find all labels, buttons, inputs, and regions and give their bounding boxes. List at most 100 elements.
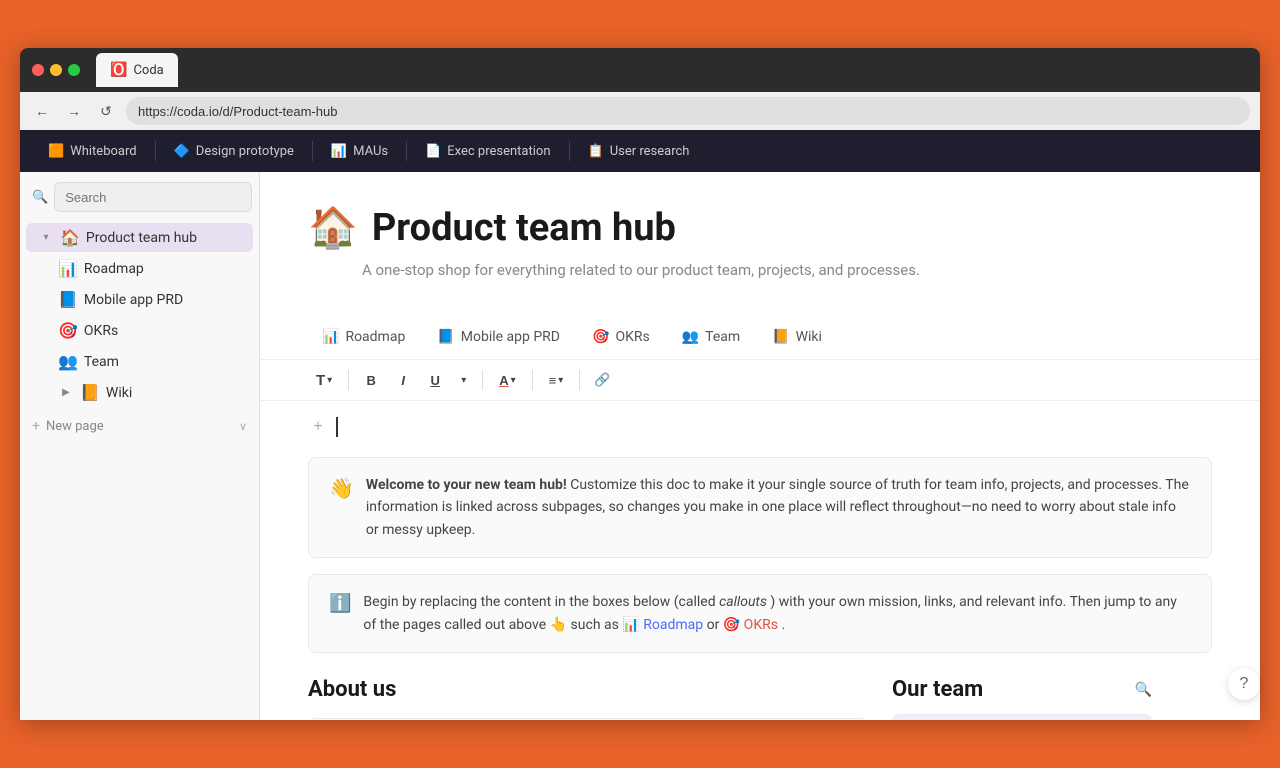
chevron-icon: ∨: [239, 420, 247, 433]
sidebar-item-roadmap[interactable]: 📊 Roadmap: [26, 254, 253, 283]
info-callout-text: Begin by replacing the content in the bo…: [363, 591, 1191, 636]
expand-arrow-icon: ▾: [38, 230, 54, 246]
color-label: A: [499, 373, 508, 388]
address-bar[interactable]: [126, 97, 1250, 125]
sidebar: 🔍 « ▾ 🏠 Product team hub 📊 Roadmap 📘 Mo: [20, 172, 260, 720]
toolbar-separator-1: [348, 370, 349, 390]
toolbar-separator-4: [579, 370, 580, 390]
page-title-icon: 🏠: [308, 204, 358, 251]
text-style-dropdown[interactable]: T ▾: [308, 368, 340, 393]
underline-dropdown[interactable]: ▾: [453, 371, 474, 390]
app-inner: 🟧 Whiteboard 🔷 Design prototype 📊 MAUs 📄…: [20, 130, 1260, 720]
app-tab-exec-presentation[interactable]: 📄 Exec presentation: [413, 138, 562, 165]
browser-window: 🅾️ Coda ← → ↺ 🟧 Whiteboard 🔷 Design prot…: [20, 48, 1260, 720]
content-area: + 👋 Welcome to your new team hub! Custom…: [260, 401, 1260, 720]
back-button[interactable]: ←: [30, 99, 54, 123]
welcome-callout-text: Welcome to your new team hub! Customize …: [366, 474, 1191, 541]
tab-separator-3: [406, 141, 407, 161]
team-sidebar-label: Team: [84, 354, 243, 370]
team-search-button[interactable]: 🔍: [1135, 681, 1152, 698]
mobile-prd-inner-icon: 📘: [437, 329, 454, 345]
sidebar-item-okrs[interactable]: 🎯 OKRs: [26, 316, 253, 345]
inner-tab-team[interactable]: 👥 Team: [668, 323, 754, 351]
user-research-icon: 📋: [588, 144, 604, 159]
add-block-button[interactable]: +: [308, 417, 328, 437]
inner-tab-wiki[interactable]: 📙 Wiki: [758, 323, 836, 351]
roadmap-inner-icon: 📊: [322, 329, 339, 345]
info-text-before: Begin by replacing the content in the bo…: [363, 594, 719, 610]
sidebar-item-team[interactable]: 👥 Team: [26, 347, 253, 376]
app-tab-whiteboard[interactable]: 🟧 Whiteboard: [36, 138, 149, 165]
bold-button[interactable]: B: [357, 366, 385, 394]
info-callouts-italic: callouts: [719, 594, 767, 610]
sidebar-item-product-team-hub[interactable]: ▾ 🏠 Product team hub: [26, 223, 253, 252]
team-inner-label: Team: [705, 329, 740, 345]
search-icon: 🔍: [32, 190, 48, 205]
text-style-label: T: [316, 372, 325, 389]
color-dropdown[interactable]: A ▾: [491, 369, 523, 392]
welcome-bold-text: Welcome to your new team hub!: [366, 477, 567, 493]
app-tab-user-research[interactable]: 📋 User research: [576, 138, 702, 165]
plus-icon: +: [32, 418, 40, 434]
search-input[interactable]: [54, 182, 252, 212]
browser-tab-active[interactable]: 🅾️ Coda: [96, 53, 178, 87]
toolbar-separator-2: [482, 370, 483, 390]
app-tab-design-prototype[interactable]: 🔷 Design prototype: [162, 138, 306, 165]
okrs-inner-icon: 🎯: [592, 329, 609, 345]
inner-tab-okrs[interactable]: 🎯 OKRs: [578, 323, 664, 351]
design-prototype-icon: 🔷: [174, 144, 190, 159]
tab-separator-1: [155, 141, 156, 161]
maximize-button[interactable]: [68, 64, 80, 76]
our-team-title: Our team: [892, 677, 983, 702]
team-sidebar-icon: 👥: [58, 352, 78, 371]
our-team-header: Our team 🔍: [892, 677, 1152, 702]
info-callout: ℹ️ Begin by replacing the content in the…: [308, 574, 1212, 653]
browser-titlebar: 🅾️ Coda: [20, 48, 1260, 92]
inner-tab-roadmap[interactable]: 📊 Roadmap: [308, 323, 419, 351]
minimize-button[interactable]: [50, 64, 62, 76]
roadmap-inner-label: Roadmap: [345, 329, 405, 345]
main-content: 🏠 Product team hub A one-stop shop for e…: [260, 172, 1260, 720]
app-content: 🔍 « ▾ 🏠 Product team hub 📊 Roadmap 📘 Mo: [20, 172, 1260, 720]
page-header: 🏠 Product team hub A one-stop shop for e…: [260, 172, 1260, 315]
product-hub-label: Product team hub: [86, 230, 243, 246]
wiki-inner-icon: 📙: [772, 329, 789, 345]
okrs-inner-label: OKRs: [615, 329, 649, 345]
new-page-row[interactable]: + New page ∨: [20, 412, 259, 440]
roadmap-link[interactable]: 📊 Roadmap: [622, 617, 703, 633]
welcome-callout-icon: 👋: [329, 476, 354, 541]
whiteboard-label: Whiteboard: [70, 144, 136, 159]
welcome-callout: 👋 Welcome to your new team hub! Customiz…: [308, 457, 1212, 558]
align-icon: ≡: [549, 373, 557, 388]
our-team-section: Our team 🔍 Jay Singh PM: [892, 677, 1152, 720]
link-icon: 🔗: [594, 372, 610, 388]
link-button[interactable]: 🔗: [588, 366, 616, 394]
text-cursor: [336, 417, 338, 437]
forward-button[interactable]: →: [62, 99, 86, 123]
underline-button[interactable]: U: [421, 366, 449, 394]
product-hub-icon: 🏠: [60, 228, 80, 247]
okrs-sidebar-icon: 🎯: [58, 321, 78, 340]
sidebar-item-wiki[interactable]: ▶ 📙 Wiki: [26, 378, 253, 407]
about-section: About us 🗿 Mission Make internet busines…: [308, 677, 868, 720]
close-button[interactable]: [32, 64, 44, 76]
wiki-expand-icon: ▶: [58, 385, 74, 401]
new-page-label: New page: [46, 419, 104, 434]
reload-button[interactable]: ↺: [94, 99, 118, 123]
coda-tab-icon: 🅾️: [110, 62, 127, 78]
team-member-card: Jay Singh PM 👨‍💼: [892, 714, 1152, 720]
page-title: Product team hub: [372, 206, 676, 250]
align-dropdown[interactable]: ≡ ▾: [541, 369, 572, 392]
okrs-link[interactable]: 🎯 OKRs: [723, 617, 778, 633]
sidebar-item-mobile-app-prd[interactable]: 📘 Mobile app PRD: [26, 285, 253, 314]
app-tab-maus[interactable]: 📊 MAUs: [319, 138, 400, 165]
browser-nav: ← → ↺: [20, 92, 1260, 130]
help-button[interactable]: ?: [1228, 668, 1260, 700]
sidebar-search-area: 🔍 «: [20, 172, 259, 222]
info-connector: or: [707, 617, 723, 633]
tab-separator-4: [569, 141, 570, 161]
inner-tab-mobile-app-prd[interactable]: 📘 Mobile app PRD: [423, 323, 574, 351]
user-research-label: User research: [610, 144, 690, 159]
page-subtitle: A one-stop shop for everything related t…: [362, 261, 1212, 279]
italic-button[interactable]: I: [389, 366, 417, 394]
